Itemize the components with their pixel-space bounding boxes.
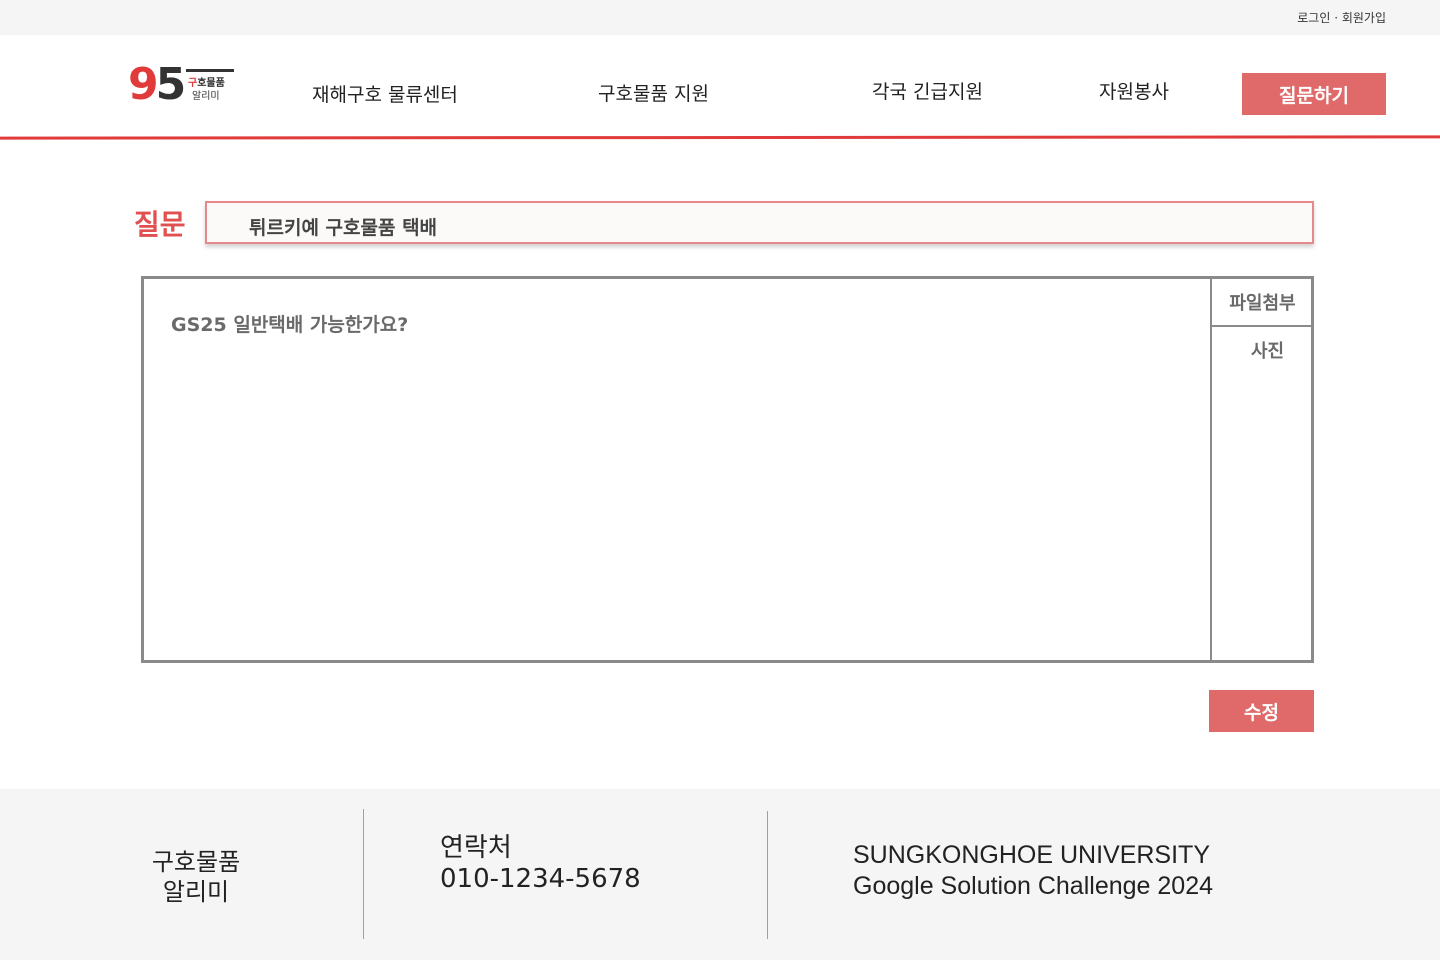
photo-button[interactable]: 사진	[1212, 337, 1313, 363]
ask-question-button[interactable]: 질문하기	[1242, 73, 1386, 115]
footer-divider	[767, 811, 768, 939]
logo-bar	[186, 69, 234, 72]
footer-divider	[363, 809, 364, 939]
file-attach-button[interactable]: 파일첨부	[1212, 279, 1313, 327]
nav-volunteer[interactable]: 자원봉사	[1099, 77, 1169, 104]
logo-number: 95	[128, 59, 186, 110]
footer-organization: SUNGKONGHOE UNIVERSITY Google Solution C…	[853, 840, 1213, 902]
top-utility-bar: 로그인 · 회원가입	[0, 0, 1440, 35]
org-line2: Google Solution Challenge 2024	[853, 872, 1213, 900]
question-label: 질문	[134, 208, 186, 241]
footer-brand: 구호물품 알리미	[150, 847, 242, 907]
question-body-text: GS25 일반택배 가능한가요?	[171, 314, 409, 336]
logo-text-line2: 알리미	[192, 91, 220, 102]
attachment-panel: 파일첨부 사진	[1210, 279, 1313, 660]
footer: 구호물품 알리미 연락처 010-1234-5678 SUNGKONGHOE U…	[0, 789, 1440, 960]
header-divider	[0, 135, 1440, 140]
header: 95 구호물품 알리미 재해구호 물류센터 구호물품 지원 각국 긴급지원 자원…	[0, 35, 1440, 137]
login-signup-links[interactable]: 로그인 · 회원가입	[1297, 9, 1386, 26]
nav-relief-support[interactable]: 구호물품 지원	[598, 79, 709, 106]
question-body-editor[interactable]: GS25 일반택배 가능한가요? 파일첨부 사진	[141, 276, 1314, 663]
footer-brand-line2: 알리미	[162, 878, 230, 906]
contact-label: 연락처	[440, 833, 512, 863]
question-title-value: 튀르키예 구호물품 택배	[249, 217, 438, 239]
question-title-field[interactable]: 튀르키예 구호물품 택배	[205, 201, 1314, 244]
footer-contact: 연락처 010-1234-5678	[440, 833, 641, 895]
nav-disaster-logistics[interactable]: 재해구호 물류센터	[312, 80, 458, 107]
nav-emergency-aid[interactable]: 각국 긴급지원	[872, 77, 983, 104]
org-line1: SUNGKONGHOE UNIVERSITY	[853, 841, 1210, 869]
logo[interactable]: 95 구호물품 알리미	[128, 59, 238, 110]
footer-brand-line1: 구호물품	[151, 848, 241, 876]
contact-phone: 010-1234-5678	[440, 864, 641, 894]
edit-button[interactable]: 수정	[1209, 690, 1314, 732]
